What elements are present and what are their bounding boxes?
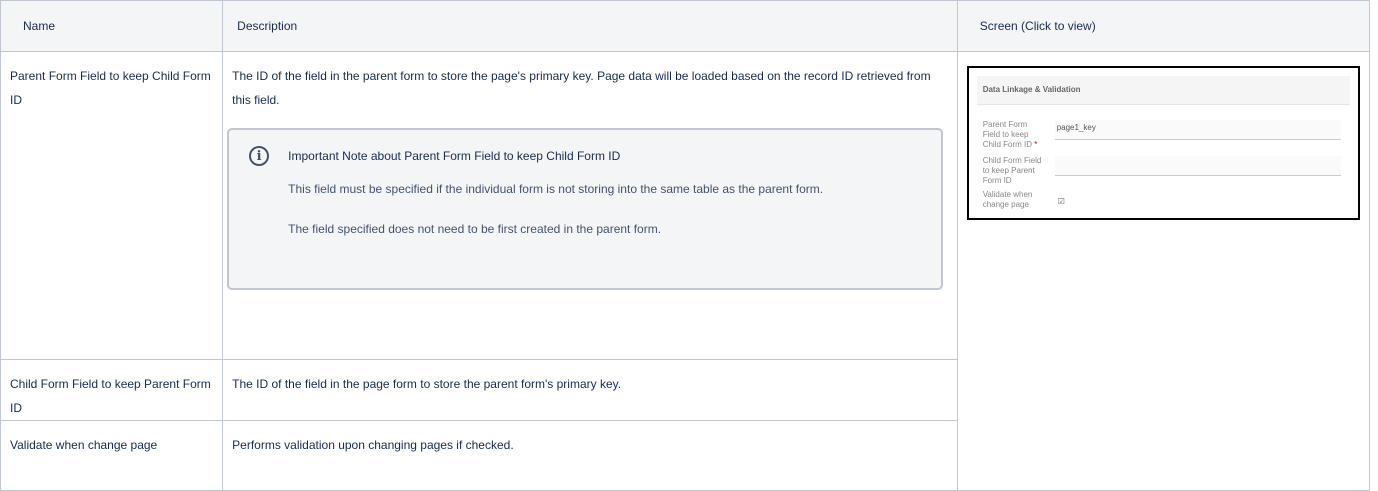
row-description-cell: Performs validation upon changing pages … xyxy=(222,420,958,491)
screenshot-child-field-input xyxy=(1054,156,1341,176)
note-paragraph: The field specified does not need to be … xyxy=(288,222,662,236)
screenshot-field-label: Parent Form Field to keep Child Form ID … xyxy=(982,120,1038,149)
table-row: Parent Form Field to keep Child Form ID … xyxy=(0,51,1371,491)
screenshot-parent-field-input: page1_key xyxy=(1054,120,1341,140)
properties-table: Name Description Screen (Click to view) … xyxy=(0,0,1371,491)
header-description: Description xyxy=(222,0,958,52)
note-title: Important Note about Parent Form Field t… xyxy=(288,149,621,163)
note-body: This field must be specified if the indi… xyxy=(288,176,921,256)
info-icon: i xyxy=(249,146,270,166)
screenshot-checkbox-icon: ☑ xyxy=(1057,197,1065,206)
row-name-cell: Parent Form Field to keep Child Form ID xyxy=(0,51,224,360)
screen-cell: Data Linkage & Validation Parent Form Fi… xyxy=(956,51,1371,491)
row-description-cell: The ID of the field in the page form to … xyxy=(222,359,958,421)
screenshot-thumbnail[interactable]: Data Linkage & Validation Parent Form Fi… xyxy=(966,66,1360,220)
header-name: Name xyxy=(0,0,224,52)
screenshot-field-label: Child Form Field to keep Parent Form ID xyxy=(982,156,1042,185)
row-description-cell: The ID of the field in the parent form t… xyxy=(222,51,958,360)
header-screen: Screen (Click to view) xyxy=(956,0,1371,52)
row-name-cell: Child Form Field to keep Parent Form ID xyxy=(0,359,224,421)
screenshot-field-label: Validate when change page xyxy=(982,190,1033,209)
row-name-cell: Validate when change page xyxy=(0,420,224,491)
note-paragraph: This field must be specified if the indi… xyxy=(288,182,824,196)
header-row: Name Description Screen (Click to view) xyxy=(0,0,1371,52)
screenshot-section-title: Data Linkage & Validation xyxy=(976,76,1350,105)
important-note-box: i Important Note about Parent Form Field… xyxy=(227,128,943,290)
